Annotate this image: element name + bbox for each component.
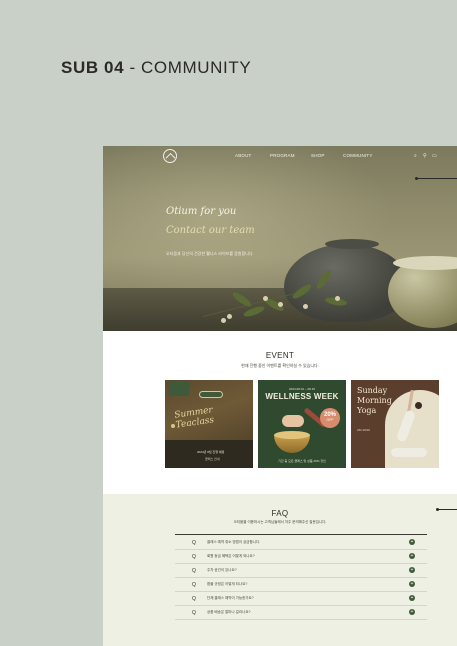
berry <box>227 314 232 319</box>
nav-shop[interactable]: SHOP <box>311 153 325 158</box>
question-icon: Q <box>192 596 196 602</box>
expand-icon[interactable]: + <box>409 553 415 559</box>
faq-question: 상품 배송은 얼마나 걸리나요? <box>207 610 251 614</box>
faq-question: 환불 규정은 어떻게 되나요? <box>207 582 248 586</box>
card-time: AM 10:00 <box>357 428 370 432</box>
berry <box>303 304 308 309</box>
expand-icon[interactable]: + <box>409 595 415 601</box>
yoga-legs <box>391 448 427 457</box>
card-tag <box>199 391 223 398</box>
annotation-dot <box>415 177 418 180</box>
user-icon[interactable]: ⚲ <box>423 153 427 159</box>
stone-lid <box>325 239 379 249</box>
discount-badge: 20% OFF <box>320 408 340 428</box>
faq-section: FAQ 오티움을 이용하시는 고객님들께서 자주 문의해주신 질문입니다. Q … <box>103 494 457 646</box>
berry <box>278 302 283 307</box>
singing-bowl-rim <box>274 431 310 439</box>
faq-item[interactable]: Q 단체 클래스 예약이 가능한가요? + <box>175 592 427 606</box>
expand-icon[interactable]: + <box>409 581 415 587</box>
event-card-summer-teaclass[interactable]: Summer Teaclass 2024년 8월 진행 예정 클래스 안내 <box>165 380 253 468</box>
faq-item[interactable]: Q 상품 배송은 얼마나 걸리나요? + <box>175 606 427 620</box>
question-icon: Q <box>192 582 196 588</box>
top-nav: ABOUT PROGRAM SHOP COMMUNITY ⌕ ⚲ ▭ <box>103 146 457 166</box>
nav-program[interactable]: PROGRAM <box>270 153 295 158</box>
event-card-wellness-week[interactable]: 2024.08.01 ~ 08.15 WELLNESS WEEK 20% OFF… <box>258 380 346 468</box>
faq-question: 주차 공간이 있나요? <box>207 568 237 572</box>
expand-icon[interactable]: + <box>409 539 415 545</box>
hero-section: ABOUT PROGRAM SHOP COMMUNITY ⌕ ⚲ ▭ Otium… <box>103 146 457 331</box>
discount-off: OFF <box>326 418 334 422</box>
faq-divider <box>175 534 427 535</box>
website-preview: ABOUT PROGRAM SHOP COMMUNITY ⌕ ⚲ ▭ Otium… <box>103 146 457 646</box>
card-info: 2024년 8월 진행 예정 <box>197 450 225 454</box>
faq-item[interactable]: Q 환불 규정은 어떻게 되나요? + <box>175 578 427 592</box>
card-title: Sunday Morning Yoga <box>357 386 392 415</box>
annotation-line <box>416 178 457 179</box>
search-icon[interactable]: ⌕ <box>414 153 417 159</box>
faq-question: 클래스 예약 취소 방법이 궁금합니다. <box>207 540 261 544</box>
logo-icon[interactable] <box>163 149 177 163</box>
event-title: EVENT <box>265 351 295 360</box>
card-info-secondary: 클래스 안내 <box>205 457 220 461</box>
cart-icon[interactable]: ▭ <box>432 153 437 159</box>
faq-question: 회원 등급 혜택은 어떻게 되나요? <box>207 554 255 558</box>
faq-item[interactable]: Q 클래스 예약 취소 방법이 궁금합니다. + <box>175 536 427 550</box>
berry <box>335 296 340 301</box>
question-icon: Q <box>192 554 196 560</box>
event-section: EVENT 현재 진행 중인 이벤트를 확인하실 수 있습니다. Summer … <box>103 331 457 494</box>
expand-icon[interactable]: + <box>409 609 415 615</box>
hero-subtitle: Contact our team <box>166 225 255 236</box>
hero-description: 오티움과 당신의 건강한 웰니스 라이프를 응원합니다. <box>166 251 254 256</box>
nav-about[interactable]: ABOUT <box>235 153 252 158</box>
card-date: 2024.08.01 ~ 08.15 <box>289 387 315 391</box>
faq-item[interactable]: Q 주차 공간이 있나요? + <box>175 564 427 578</box>
nav-community[interactable]: COMMUNITY <box>343 153 373 158</box>
faq-item[interactable]: Q 회원 등급 혜택은 어떻게 되나요? + <box>175 550 427 564</box>
card-script-title: Summer Teaclass <box>173 405 215 431</box>
event-subtitle: 현재 진행 중인 이벤트를 확인하실 수 있습니다. <box>241 363 319 368</box>
hand <box>282 415 304 427</box>
faq-subtitle: 오티움을 이용하시는 고객님들께서 자주 문의해주신 질문입니다. <box>233 520 327 524</box>
question-icon: Q <box>192 568 196 574</box>
card-title: WELLNESS WEEK <box>265 392 339 401</box>
berry <box>263 296 268 301</box>
tea-table <box>165 440 253 468</box>
annotation-dot <box>436 508 439 511</box>
berry <box>221 318 226 323</box>
window <box>169 382 189 396</box>
page-title-bold: SUB 04 <box>61 58 125 77</box>
faq-title: FAQ <box>271 509 289 518</box>
yoga-head <box>415 402 422 409</box>
page-title-rest: - COMMUNITY <box>124 58 252 77</box>
faq-question: 단체 클래스 예약이 가능한가요? <box>207 596 254 600</box>
question-icon: Q <box>192 610 196 616</box>
hero-title: Otium for you <box>166 206 237 217</box>
page-title: SUB 04 - COMMUNITY <box>61 58 251 78</box>
event-card-sunday-yoga[interactable]: Sunday Morning Yoga AM 10:00 <box>351 380 439 468</box>
tea-cup <box>171 424 175 428</box>
expand-icon[interactable]: + <box>409 567 415 573</box>
question-icon: Q <box>192 540 196 546</box>
card-note: 기간 중 모든 클래스 및 상품 20% 할인 <box>278 459 326 463</box>
annotation-line <box>437 509 457 510</box>
